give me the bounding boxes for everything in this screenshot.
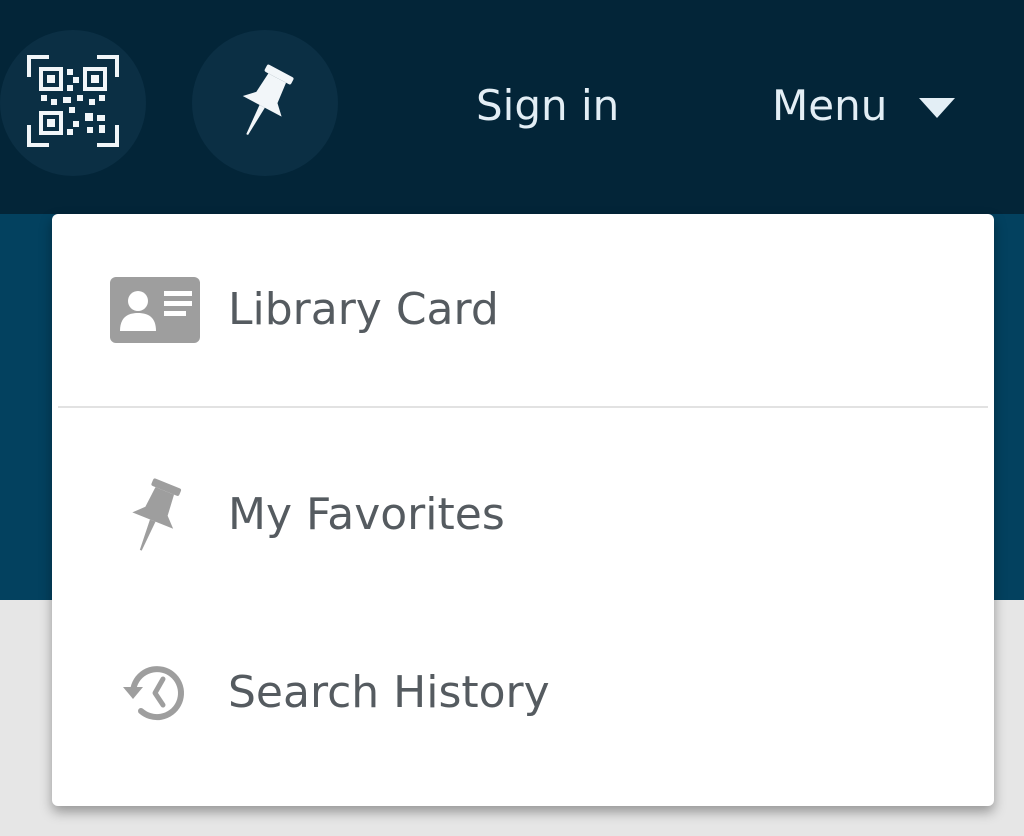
menu-item-search-history[interactable]: Search History [52,618,994,768]
menu-item-my-favorites[interactable]: My Favorites [52,410,994,620]
qr-code-button[interactable] [0,30,146,176]
id-card-icon [110,277,200,343]
qr-code-icon [27,55,119,151]
sign-in-link[interactable]: Sign in [476,78,619,134]
favorites-pin-button[interactable] [192,30,338,176]
menu-divider [58,406,988,408]
history-icon [110,657,200,729]
menu-item-label: Library Card [228,284,499,335]
pushpin-icon [233,61,297,145]
pushpin-icon [110,477,200,553]
caret-down-icon [917,78,957,134]
menu-item-label: Search History [228,667,550,718]
menu-dropdown: Library Card My Favorites Search History [52,214,994,806]
menu-item-library-card[interactable]: Library Card [52,214,994,406]
menu-label: Menu [772,81,888,130]
menu-item-label: My Favorites [228,489,505,540]
sign-in-label: Sign in [476,81,620,130]
menu-button[interactable]: Menu [772,78,957,134]
